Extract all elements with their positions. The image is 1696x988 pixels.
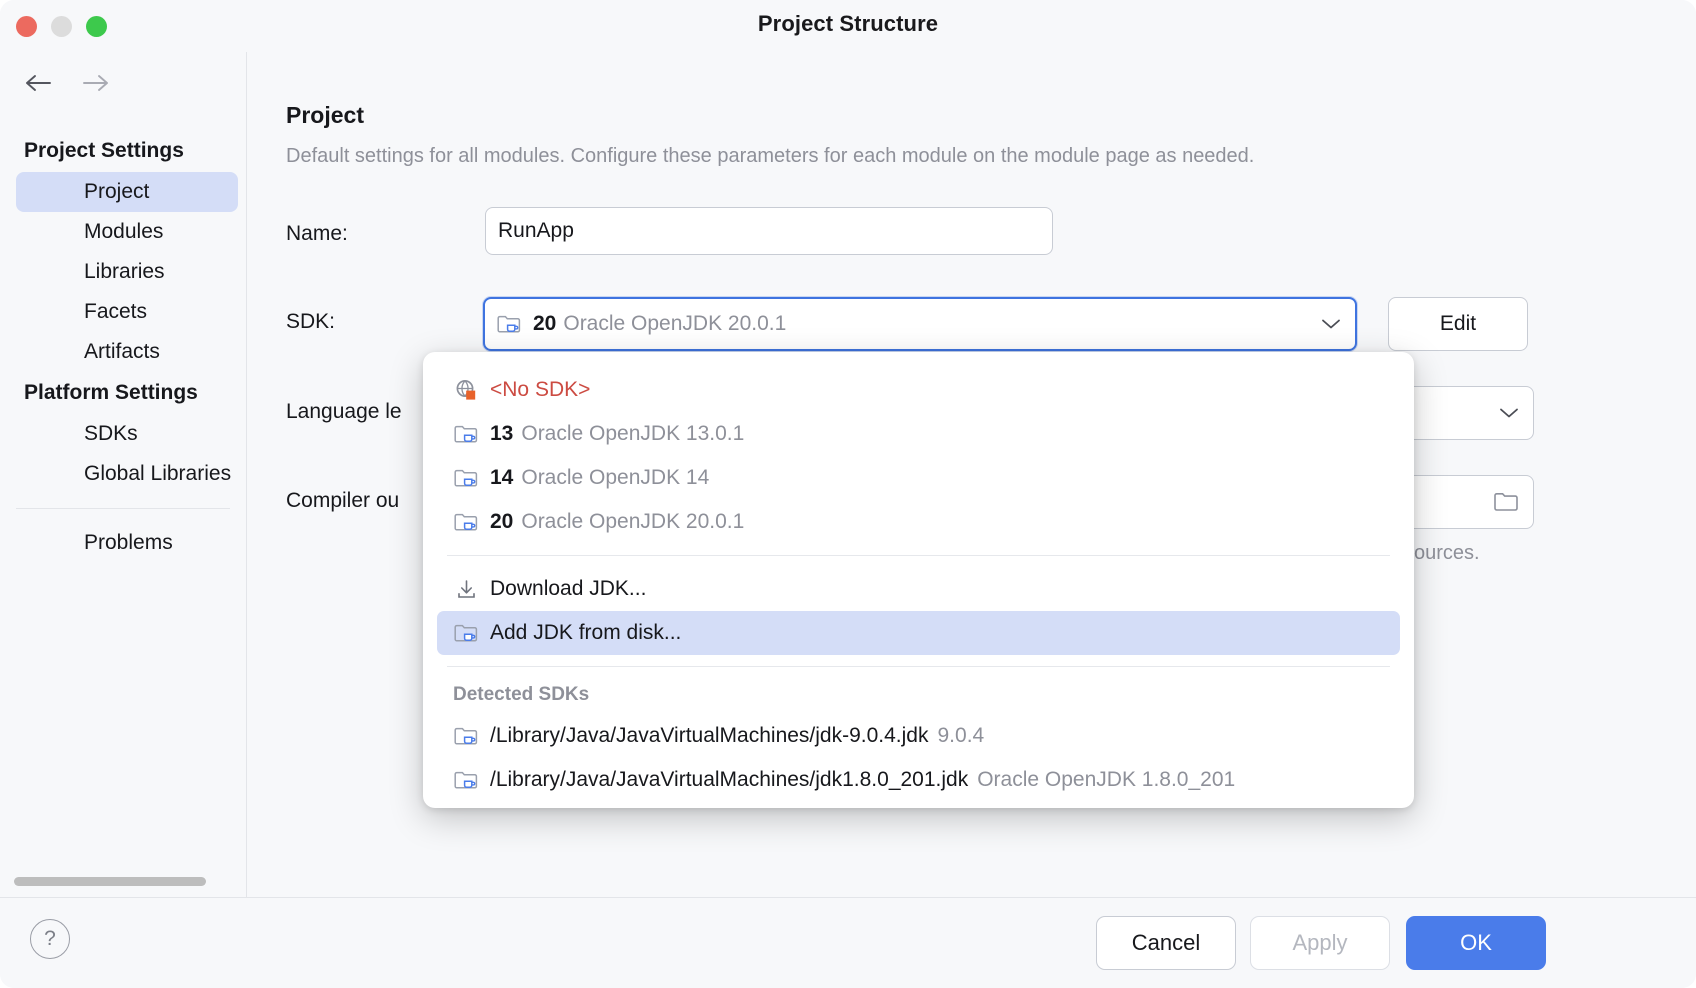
- detected-sdk-item[interactable]: /Library/Java/JavaVirtualMachines/jdk1.8…: [437, 758, 1400, 802]
- sidebar-item-modules[interactable]: Modules: [16, 212, 238, 252]
- sidebar: Project Settings Project Modules Librari…: [0, 52, 247, 898]
- detected-sdk-version: Oracle OpenJDK 1.8.0_201: [977, 768, 1235, 792]
- jdk-folder-icon: [453, 468, 479, 489]
- arrow-left-icon: [24, 73, 54, 93]
- sdk-version-name: Oracle OpenJDK 20.0.1: [563, 312, 786, 336]
- popup-divider: [447, 666, 1390, 667]
- sdk-option-label: Oracle OpenJDK 13.0.1: [521, 422, 744, 446]
- jdk-folder-icon: [453, 424, 479, 445]
- detected-sdk-path: /Library/Java/JavaVirtualMachines/jdk-9.…: [490, 724, 929, 748]
- language-level-label: Language le: [286, 400, 402, 424]
- sdk-dropdown-popup: <No SDK> 13 Oracle OpenJDK 13.0.1: [423, 352, 1414, 808]
- settings-tree: Project Settings Project Modules Librari…: [0, 130, 246, 563]
- sdk-option-jdk-13[interactable]: 13 Oracle OpenJDK 13.0.1: [437, 412, 1400, 456]
- name-label: Name:: [286, 222, 348, 246]
- sidebar-item-artifacts[interactable]: Artifacts: [16, 332, 238, 372]
- sidebar-item-project[interactable]: Project: [16, 172, 238, 212]
- sdk-option-number: 13: [490, 422, 513, 446]
- jdk-folder-icon: [497, 314, 523, 335]
- back-button[interactable]: [24, 68, 54, 98]
- add-jdk-from-disk-label: Add JDK from disk...: [490, 621, 681, 645]
- sidebar-horizontal-scrollbar[interactable]: [14, 877, 206, 886]
- sidebar-item-sdks[interactable]: SDKs: [16, 414, 238, 454]
- help-button[interactable]: ?: [30, 919, 70, 959]
- page-description: Default settings for all modules. Config…: [286, 145, 1254, 168]
- sdk-option-number: 14: [490, 466, 513, 490]
- sdk-version-number: 20: [533, 312, 556, 336]
- project-name-input[interactable]: RunApp: [485, 207, 1053, 255]
- sdk-option-no-sdk[interactable]: <No SDK>: [437, 368, 1400, 412]
- sdk-dropdown-list: <No SDK> 13 Oracle OpenJDK 13.0.1: [423, 352, 1414, 802]
- jdk-folder-icon: [453, 770, 479, 791]
- sidebar-item-problems[interactable]: Problems: [16, 523, 238, 563]
- jdk-folder-icon: [453, 512, 479, 533]
- jdk-folder-icon: [453, 623, 479, 644]
- detected-sdk-path: /Library/Java/JavaVirtualMachines/jdk1.8…: [490, 768, 968, 792]
- sdk-option-jdk-14[interactable]: 14 Oracle OpenJDK 14: [437, 456, 1400, 500]
- sidebar-item-global-libraries[interactable]: Global Libraries: [16, 454, 238, 494]
- sidebar-divider: [16, 508, 230, 509]
- navigation-arrows: [24, 68, 110, 98]
- chevron-down-icon[interactable]: [1321, 318, 1341, 330]
- sdk-option-number: 20: [490, 510, 513, 534]
- dialog-footer: ? Cancel Apply OK: [0, 897, 1696, 988]
- compiler-output-hint: ources.: [1414, 542, 1480, 565]
- ok-button[interactable]: OK: [1406, 916, 1546, 970]
- project-structure-dialog: Project Structure Project Settings Proje…: [0, 0, 1696, 988]
- sdk-combobox[interactable]: 20 Oracle OpenJDK 20.0.1: [483, 297, 1357, 351]
- chevron-down-icon[interactable]: [1499, 407, 1519, 419]
- detected-sdks-header: Detected SDKs: [423, 678, 1414, 714]
- compiler-output-label: Compiler ou: [286, 489, 399, 513]
- sdk-option-label: Oracle OpenJDK 14: [521, 466, 709, 490]
- title-bar: Project Structure: [0, 0, 1696, 52]
- project-name-value: RunApp: [498, 219, 574, 243]
- sdk-option-label: Oracle OpenJDK 20.0.1: [521, 510, 744, 534]
- sdk-label: SDK:: [286, 310, 335, 334]
- add-jdk-from-disk-action[interactable]: Add JDK from disk...: [437, 611, 1400, 655]
- page-title: Project: [286, 102, 364, 129]
- detected-sdk-item[interactable]: /Library/Java/JavaVirtualMachines/jdk-9.…: [437, 714, 1400, 758]
- sidebar-item-libraries[interactable]: Libraries: [16, 252, 238, 292]
- apply-button[interactable]: Apply: [1250, 916, 1390, 970]
- sdk-option-jdk-20[interactable]: 20 Oracle OpenJDK 20.0.1: [437, 500, 1400, 544]
- sidebar-item-facets[interactable]: Facets: [16, 292, 238, 332]
- download-icon: [453, 578, 479, 601]
- download-jdk-label: Download JDK...: [490, 577, 646, 601]
- popup-divider: [447, 555, 1390, 556]
- cancel-button[interactable]: Cancel: [1096, 916, 1236, 970]
- detected-sdk-version: 9.0.4: [938, 724, 985, 748]
- sdk-option-label: <No SDK>: [490, 378, 590, 402]
- arrow-right-icon: [80, 73, 110, 93]
- forward-button[interactable]: [80, 68, 110, 98]
- group-title-platform-settings: Platform Settings: [0, 372, 246, 414]
- jdk-folder-icon: [453, 726, 479, 747]
- download-jdk-action[interactable]: Download JDK...: [437, 567, 1400, 611]
- edit-sdk-button[interactable]: Edit: [1388, 297, 1528, 351]
- folder-icon[interactable]: [1493, 491, 1519, 513]
- globe-error-icon: [453, 378, 479, 402]
- group-title-project-settings: Project Settings: [0, 130, 246, 172]
- window-title: Project Structure: [0, 11, 1696, 37]
